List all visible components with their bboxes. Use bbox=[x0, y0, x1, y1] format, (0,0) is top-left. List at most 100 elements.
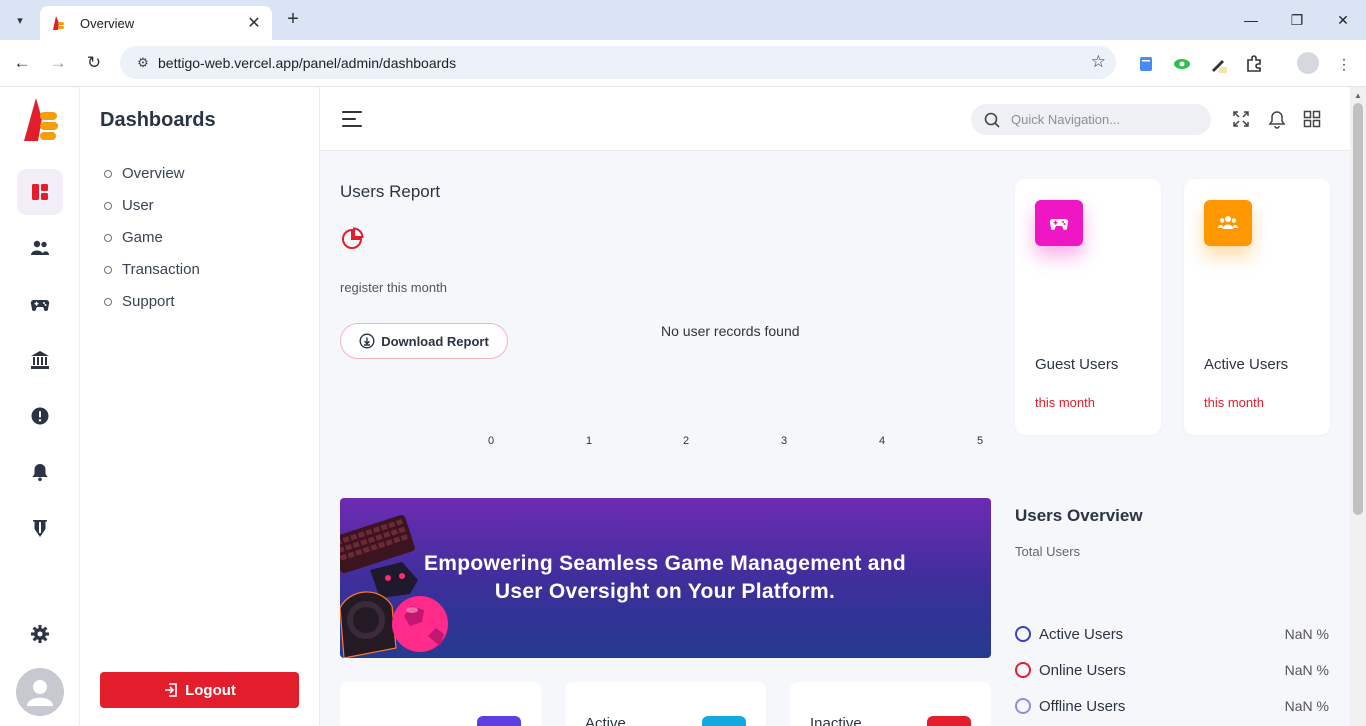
logout-label: Logout bbox=[185, 681, 236, 699]
extension-doc-icon[interactable] bbox=[1136, 54, 1156, 74]
back-icon[interactable]: ← bbox=[9, 50, 35, 76]
fullscreen-icon[interactable] bbox=[1231, 109, 1251, 129]
window-close-icon[interactable]: ✕ bbox=[1328, 8, 1358, 32]
sidebar-menu: Overview User Game Transaction Support bbox=[104, 157, 200, 317]
sidebar-item-transaction[interactable]: Transaction bbox=[104, 253, 200, 285]
new-tab-icon[interactable]: + bbox=[282, 8, 304, 32]
active-users-period: this month bbox=[1204, 395, 1264, 410]
dashboard-icon bbox=[32, 184, 48, 200]
x-axis-tick: 3 bbox=[781, 435, 788, 447]
mini-card-badge bbox=[702, 716, 746, 726]
icon-rail bbox=[0, 87, 80, 726]
overview-row-offline: Offline Users NaN % bbox=[1015, 696, 1329, 716]
mini-card-label: Active bbox=[585, 715, 626, 726]
users-icon bbox=[31, 240, 49, 255]
quick-navigation-search[interactable] bbox=[971, 104, 1211, 135]
promo-banner: Empowering Seamless Game Management and … bbox=[340, 498, 991, 658]
legend-dot bbox=[1015, 662, 1031, 678]
minimize-icon[interactable]: — bbox=[1236, 8, 1266, 32]
sidebar-item-overview[interactable]: Overview bbox=[104, 157, 200, 189]
browser-menu-icon[interactable]: ⋮ bbox=[1334, 54, 1354, 74]
browser-tab[interactable]: Overview ✕ bbox=[40, 6, 272, 40]
profile-avatar-icon[interactable] bbox=[1297, 52, 1319, 74]
tab-search-icon[interactable]: ▾ bbox=[8, 8, 32, 32]
tab-title: Overview bbox=[80, 15, 135, 31]
x-axis-tick: 1 bbox=[586, 435, 593, 447]
sidebar-item-support[interactable]: Support bbox=[104, 285, 200, 317]
shield-icon bbox=[33, 520, 47, 537]
rail-transactions[interactable] bbox=[17, 337, 63, 383]
overview-row-active: Active Users NaN % bbox=[1015, 624, 1329, 644]
logout-button[interactable]: Logout bbox=[100, 672, 299, 708]
restore-icon[interactable]: ❐ bbox=[1282, 8, 1312, 32]
url-bar[interactable]: ⚙ bettigo-web.vercel.app/panel/admin/das… bbox=[120, 46, 1116, 79]
rail-support[interactable] bbox=[17, 393, 63, 439]
rail-settings[interactable] bbox=[17, 611, 63, 657]
reload-icon[interactable]: ↻ bbox=[81, 50, 107, 76]
mini-card-label: Inactive bbox=[810, 715, 862, 726]
bank-icon bbox=[31, 351, 49, 369]
x-axis-tick: 5 bbox=[977, 435, 984, 447]
users-report-subtitle: register this month bbox=[340, 280, 447, 295]
favicon-icon bbox=[53, 16, 64, 30]
page-scrollbar[interactable]: ▲ bbox=[1350, 87, 1366, 726]
overview-row-value: NaN % bbox=[1284, 662, 1329, 678]
overview-row-value: NaN % bbox=[1284, 698, 1329, 714]
rail-games[interactable] bbox=[17, 281, 63, 327]
tab-close-icon[interactable]: ✕ bbox=[246, 13, 262, 33]
overview-row-label: Active Users bbox=[1039, 625, 1124, 643]
pie-chart-icon bbox=[342, 227, 364, 249]
users-report-title: Users Report bbox=[340, 182, 441, 201]
settings-icon bbox=[31, 625, 49, 643]
browser-tab-bar: ▾ Overview ✕ + — ❐ ✕ bbox=[0, 0, 1366, 40]
users-group-icon bbox=[1218, 216, 1238, 229]
active-users-label: Active Users bbox=[1204, 356, 1289, 373]
x-axis-tick: 0 bbox=[488, 435, 495, 447]
apps-grid-icon[interactable] bbox=[1302, 109, 1322, 129]
extension-pen-icon[interactable] bbox=[1208, 54, 1228, 74]
active-users-badge bbox=[1204, 200, 1252, 246]
rail-dashboard[interactable] bbox=[17, 169, 63, 215]
empty-state-message: No user records found bbox=[661, 323, 800, 339]
active-users-card: Active Users this month bbox=[1184, 179, 1330, 435]
overview-row-online: Online Users NaN % bbox=[1015, 660, 1329, 680]
browser-address-bar: ← → ↻ ⚙ bettigo-web.vercel.app/panel/adm… bbox=[0, 40, 1366, 87]
inactive-card: Inactive bbox=[790, 682, 991, 726]
search-input[interactable] bbox=[1011, 112, 1191, 127]
total-users-card bbox=[340, 682, 541, 726]
x-axis-tick: 2 bbox=[683, 435, 690, 447]
sidebar-item-game[interactable]: Game bbox=[104, 221, 200, 253]
site-info-icon[interactable]: ⚙ bbox=[128, 55, 158, 71]
menu-toggle-icon[interactable] bbox=[342, 111, 362, 127]
guest-users-card: Guest Users this month bbox=[1015, 179, 1161, 435]
rail-notifications[interactable] bbox=[17, 449, 63, 495]
url-text: bettigo-web.vercel.app/panel/admin/dashb… bbox=[158, 54, 457, 71]
gamepad-icon bbox=[1049, 218, 1069, 230]
guest-users-period: this month bbox=[1035, 395, 1095, 410]
extension-eye-icon[interactable] bbox=[1172, 54, 1192, 74]
active-card: Active bbox=[565, 682, 766, 726]
sidebar: Dashboards Overview User Game Transactio… bbox=[80, 87, 320, 726]
legend-dot bbox=[1015, 698, 1031, 714]
extensions-puzzle-icon[interactable] bbox=[1244, 54, 1264, 74]
sidebar-item-user[interactable]: User bbox=[104, 189, 200, 221]
scroll-thumb[interactable] bbox=[1353, 103, 1363, 515]
rail-users[interactable] bbox=[17, 225, 63, 271]
notification-bell-icon[interactable] bbox=[1267, 109, 1287, 129]
rail-security[interactable] bbox=[17, 505, 63, 551]
download-icon bbox=[359, 333, 375, 349]
users-overview-subtitle: Total Users bbox=[1015, 544, 1081, 559]
forward-icon[interactable]: → bbox=[45, 50, 71, 76]
download-report-button[interactable]: Download Report bbox=[340, 323, 508, 359]
banner-headline: Empowering Seamless Game Management and … bbox=[423, 552, 906, 603]
users-overview-title: Users Overview bbox=[1015, 506, 1143, 525]
topbar bbox=[320, 87, 1350, 151]
user-silhouette-icon bbox=[27, 680, 53, 706]
download-report-label: Download Report bbox=[381, 333, 489, 349]
scroll-up-icon[interactable]: ▲ bbox=[1354, 91, 1362, 100]
bookmark-star-icon[interactable]: ☆ bbox=[1091, 52, 1106, 72]
user-avatar[interactable] bbox=[16, 668, 64, 716]
brand-logo[interactable] bbox=[22, 97, 60, 143]
overview-row-value: NaN % bbox=[1284, 626, 1329, 642]
overview-row-label: Online Users bbox=[1039, 661, 1126, 679]
